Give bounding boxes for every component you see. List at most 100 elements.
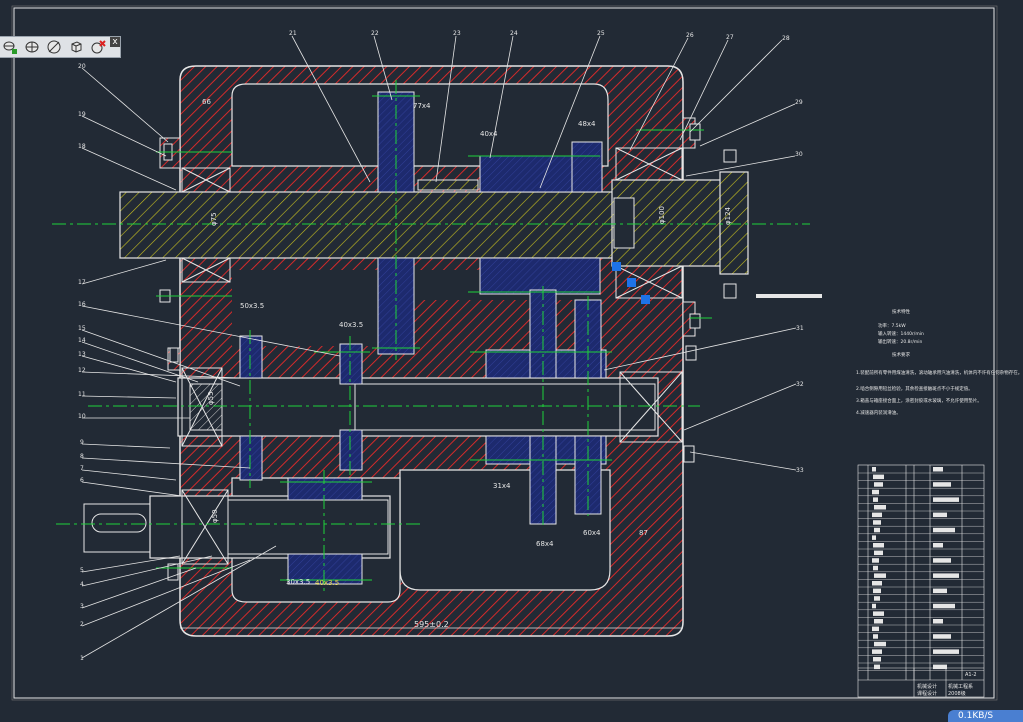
- dim-label: φ50: [211, 509, 219, 523]
- dim-label: 31x4: [493, 482, 511, 490]
- notes-line: 输入转速：1440r/min: [878, 330, 924, 337]
- bom-cell-block: [933, 482, 951, 487]
- bom-cell-block: [933, 497, 959, 502]
- bom-cell-block: [933, 467, 943, 472]
- network-speed-indicator: 0.1KB/S: [948, 710, 1023, 722]
- title-block-text: 机械设计 课程设计 机械工程系 2008级 A1-2: [917, 672, 977, 697]
- network-speed-text: 0.1KB/S: [958, 711, 994, 721]
- dim-label: 40x3.5: [315, 579, 339, 587]
- bom-cell-block: [873, 497, 878, 502]
- dim-label: 40x4: [480, 130, 498, 138]
- bom-cell-block: [933, 664, 947, 670]
- dim-label: 48x4: [578, 120, 596, 128]
- layer-properties-icon[interactable]: [22, 38, 42, 57]
- balloon-label: 27: [726, 34, 734, 41]
- notes-line: 输出转速：20.8r/min: [878, 338, 923, 345]
- balloon-label: 24: [510, 30, 518, 37]
- drawing-canvas[interactable]: 21 22 23 24 25 26 27 28 29 30 20 19 18 1…: [0, 0, 1023, 722]
- dim-label: φ124: [724, 206, 732, 225]
- bom-cell-block: [873, 611, 884, 616]
- title-block-cell: 机械工程系: [948, 683, 973, 690]
- bom-cell-block: [933, 634, 951, 639]
- balloon-label: 12: [78, 367, 86, 374]
- toolbar-close-button[interactable]: x: [110, 37, 120, 47]
- balloon-label: 19: [78, 111, 86, 118]
- bom-cell-block: [873, 543, 884, 548]
- bom-cell-block: [872, 649, 882, 654]
- balloon-label: 8: [80, 453, 84, 460]
- balloon-label: 31: [796, 325, 804, 332]
- dim-label: 30x3.5: [286, 578, 310, 586]
- title-block-cell: 2008级: [948, 690, 966, 697]
- bom-cell-block: [874, 596, 880, 601]
- notes-line: 功率：7.5kW: [878, 322, 906, 329]
- bom-cell-block: [873, 565, 878, 571]
- bom-cell-block: [933, 558, 951, 563]
- bom-cell-block: [933, 573, 959, 578]
- balloon-label: 23: [453, 30, 461, 37]
- balloon-label: 21: [289, 30, 297, 37]
- bom-cell-block: [874, 505, 886, 510]
- bom-cell-block: [872, 535, 876, 540]
- dim-label: 50x3.5: [240, 302, 264, 310]
- bom-cell-block: [933, 619, 943, 624]
- bom-cell-block: [933, 603, 955, 609]
- bom-cell-block: [873, 588, 881, 594]
- bom-cell-block: [873, 657, 881, 662]
- technical-notes: 技术特性 功率：7.5kW 输入转速：1440r/min 输出转速：20.8r/…: [856, 308, 1022, 416]
- requirement-line: 1.装配前所有零件用煤油清洗，滚动轴承用汽油清洗，机体内不许有任何杂物存在。: [856, 369, 1022, 376]
- cad-app-window: 21 22 23 24 25 26 27 28 29 30 20 19 18 1…: [0, 0, 1023, 722]
- balloon-label: 22: [371, 30, 379, 37]
- layer-off-icon[interactable]: [44, 38, 64, 57]
- balloon-label: 25: [597, 30, 605, 37]
- bom-cell-block: [872, 581, 882, 586]
- notes-heading: 技术特性: [892, 308, 910, 315]
- bom-rows: [858, 467, 984, 671]
- bom-cell-block: [872, 489, 879, 495]
- balloon-label: 30: [795, 151, 803, 158]
- balloon-label: 2: [80, 621, 84, 628]
- layer-delete-icon[interactable]: [88, 38, 108, 57]
- dim-label: φ75: [210, 212, 218, 226]
- bom-cell-block: [874, 527, 880, 533]
- balloon-label: 18: [78, 143, 86, 150]
- balloon-label: 28: [782, 35, 790, 42]
- dim-label: 87: [639, 529, 648, 537]
- balloon-label: 26: [686, 32, 694, 39]
- dim-label: 66: [202, 98, 211, 106]
- balloon-label: 3: [80, 603, 84, 610]
- dim-label: φ55: [207, 391, 215, 405]
- layer-add-icon[interactable]: [0, 38, 20, 57]
- layer-toolbar: x: [0, 36, 121, 58]
- bom-cell-block: [874, 482, 883, 487]
- bom-cell-block: [873, 634, 878, 639]
- balloon-label: 6: [80, 477, 84, 484]
- bom-cell-block: [874, 550, 883, 556]
- title-block-cell: A1-2: [965, 672, 977, 678]
- balloon-label: 7: [80, 465, 84, 472]
- bom-cell-block: [874, 641, 886, 647]
- bom-cell-block: [872, 558, 879, 563]
- bom-cell-block: [933, 588, 947, 594]
- balloon-label: 32: [796, 381, 804, 388]
- dim-label: 68x4: [536, 540, 554, 548]
- bom-cell-block: [933, 543, 943, 548]
- bom-cell-block: [874, 619, 883, 624]
- dim-label: 77x4: [413, 102, 431, 110]
- requirement-line: 4.减速器内装润滑油。: [856, 409, 901, 416]
- intermediate-shaft: [177, 367, 683, 447]
- bom-cell-block: [933, 527, 955, 533]
- dim-label: φ100: [658, 206, 666, 224]
- bom-cell-block: [933, 649, 959, 654]
- bom-cell-block: [872, 603, 876, 609]
- balloon-label: 1: [80, 655, 84, 662]
- balloon-label: 16: [78, 301, 86, 308]
- requirement-line: 3.箱盖与箱座接合面上，涂密封胶或水玻璃，不允许使用垫片。: [856, 397, 982, 404]
- view-cube-icon[interactable]: [66, 38, 86, 57]
- bom-cell-block: [872, 512, 882, 518]
- dim-label: 595±0.2: [414, 620, 449, 629]
- requirements-heading: 技术要求: [892, 351, 910, 358]
- balloon-label: 33: [796, 467, 804, 474]
- balloon-label: 9: [80, 439, 84, 446]
- balloon-label: 29: [795, 99, 803, 106]
